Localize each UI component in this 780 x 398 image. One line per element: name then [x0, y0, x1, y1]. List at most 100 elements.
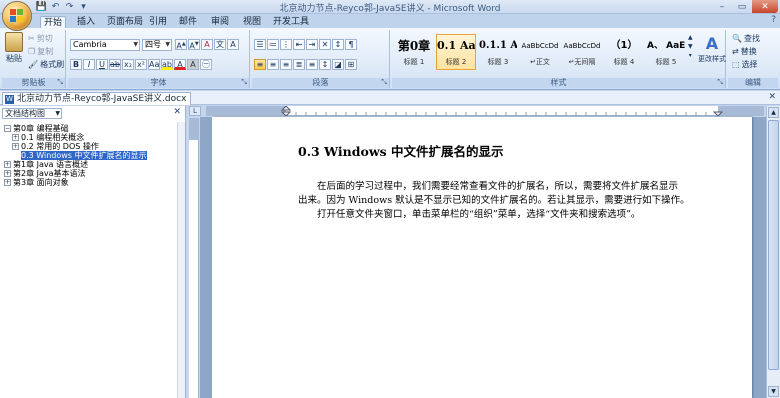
superscript-icon[interactable]: x² [135, 59, 147, 70]
tree-node-0-2[interactable]: +0.2 常用的 DOS 操作 [12, 142, 99, 151]
style-heading-1[interactable]: 第0章 标题 1 [394, 34, 434, 70]
tree-node-chapter-3[interactable]: + 第3章 面向对象 [4, 178, 69, 187]
tab-mailings[interactable]: 邮件 [176, 16, 200, 28]
tab-view[interactable]: 视图 [240, 16, 264, 28]
close-document-icon[interactable]: ✕ [768, 92, 776, 102]
close-button[interactable]: ✕ [752, 0, 778, 13]
phonetic-guide-icon[interactable]: 文 [214, 39, 226, 50]
styles-launcher-icon[interactable]: ⤡ [717, 78, 723, 87]
font-size-dropdown[interactable]: 四号 ▼ [142, 39, 172, 51]
align-left-icon[interactable]: ≡ [306, 59, 318, 70]
paste-button[interactable]: 粘贴 [5, 32, 23, 64]
align-right-icon[interactable]: ≡ [280, 59, 292, 70]
char-border-icon[interactable]: A [227, 39, 239, 50]
strikethrough-icon[interactable]: ab [109, 59, 121, 70]
nav-view-label: 文档结构图 [5, 109, 45, 118]
clear-format-icon[interactable]: A [201, 39, 213, 50]
grow-font-icon[interactable]: A▲ [175, 39, 187, 51]
scroll-down-icon[interactable]: ▼ [768, 386, 779, 397]
expand-icon[interactable]: + [12, 143, 19, 150]
underline-icon[interactable]: U [96, 59, 108, 70]
style-no-spacing[interactable]: AaBbCcDd ↵无间隔 [562, 34, 602, 70]
tab-selector-icon[interactable]: L [189, 106, 201, 116]
font-launcher-icon[interactable]: ⤡ [241, 78, 247, 87]
font-name-dropdown[interactable]: Cambria ▼ [70, 39, 140, 51]
styles-gallery-scroll[interactable]: ▲ ▼ ▾ [688, 34, 693, 59]
clipboard-launcher-icon[interactable]: ⤡ [57, 78, 63, 87]
bold-icon[interactable]: B [70, 59, 82, 70]
italic-icon[interactable]: I [83, 59, 95, 70]
tab-home[interactable]: 开始 [40, 16, 67, 28]
change-case-icon[interactable]: Aa [148, 59, 160, 70]
tree-node-chapter-0[interactable]: − 第0章 编程基础 [4, 124, 69, 133]
font-color-icon[interactable]: A [174, 59, 186, 70]
paragraph-launcher-icon[interactable]: ⤡ [381, 78, 387, 87]
style-name: 标题 1 [403, 58, 425, 66]
vertical-scrollbar[interactable]: ▲ ▼ [766, 106, 780, 398]
help-icon[interactable]: ? [771, 15, 776, 25]
decrease-indent-icon[interactable]: ⇤ [293, 39, 305, 50]
char-shading-icon[interactable]: A [187, 59, 199, 70]
tree-node-chapter-1[interactable]: + 第1章 Java 语言概述 [4, 160, 88, 169]
scroll-up-icon[interactable]: ▲ [768, 107, 779, 118]
style-heading-4[interactable]: （1） 标题 4 [604, 34, 644, 70]
tab-review[interactable]: 审阅 [208, 16, 232, 28]
minimize-button[interactable]: – [712, 0, 732, 13]
select-button[interactable]: ⬚ 选择 [732, 59, 758, 70]
shading-icon[interactable]: ◪ [332, 59, 344, 70]
chevron-up-icon[interactable]: ▲ [688, 34, 693, 41]
tab-insert[interactable]: 插入 [74, 16, 98, 28]
enclose-char-icon[interactable]: ㊀ [200, 59, 212, 70]
borders-icon[interactable]: ⊞ [345, 59, 357, 70]
horizontal-ruler[interactable] [206, 106, 764, 116]
expand-icon[interactable]: + [4, 179, 11, 186]
find-button[interactable]: 🔍 查找 [732, 33, 760, 44]
numbering-icon[interactable]: ≔ [267, 39, 279, 50]
tab-page-layout[interactable]: 页面布局 [104, 16, 146, 28]
align-distributed-icon[interactable]: ≣ [293, 59, 305, 70]
align-justify-icon[interactable]: ≡ [254, 59, 266, 70]
tab-references[interactable]: 引用 [146, 16, 170, 28]
bullets-icon[interactable]: ☰ [254, 39, 266, 50]
tab-developer[interactable]: 开发工具 [270, 16, 312, 28]
tree-node-0-3[interactable]: 0.3 Windows 中文件扩展名的显示 [21, 151, 147, 160]
font-size-tools: A▲ A▼ A 文 A [175, 39, 239, 51]
copy-button[interactable]: ❐ 复制 [28, 46, 53, 57]
cut-button[interactable]: ✂ 剪切 [28, 33, 53, 44]
expand-icon[interactable]: + [12, 134, 19, 141]
chevron-down-icon[interactable]: ▼ [688, 43, 693, 50]
change-styles-button[interactable]: A 更改样式 [698, 34, 726, 64]
format-painter-button[interactable]: 🖌 格式刷 [28, 59, 64, 70]
line-spacing-icon[interactable]: ↕ [319, 59, 331, 70]
chinese-layout-icon[interactable]: ✕ [319, 39, 331, 50]
collapse-icon[interactable]: − [4, 125, 11, 132]
window-controls: – ▭ ✕ [712, 0, 778, 13]
replace-button[interactable]: ⇄ 替换 [732, 46, 757, 57]
tree-node-chapter-2[interactable]: + 第2章 Java基本语法 [4, 169, 86, 178]
office-button[interactable] [2, 1, 32, 31]
increase-indent-icon[interactable]: ⇥ [306, 39, 318, 50]
document-tab[interactable]: W 北京动力节点-Reyco郭-JavaSE讲义.docx [2, 92, 192, 105]
nav-pane-scrollbar[interactable] [177, 122, 185, 398]
nav-view-dropdown[interactable]: 文档结构图 ▼ [2, 108, 62, 119]
sort-icon[interactable]: ↕ [332, 39, 344, 50]
show-marks-icon[interactable]: ¶ [345, 39, 357, 50]
scroll-thumb[interactable] [768, 120, 779, 370]
expand-icon[interactable]: + [4, 170, 11, 177]
style-normal[interactable]: AaBbCcDd ↵正文 [520, 34, 560, 70]
style-heading-3[interactable]: 0.1.1 A 标题 3 [478, 34, 518, 70]
vertical-ruler[interactable] [189, 118, 199, 398]
expand-icon[interactable]: + [4, 161, 11, 168]
style-heading-5[interactable]: A、 AaE 标题 5 [646, 34, 686, 70]
subscript-icon[interactable]: x₂ [122, 59, 134, 70]
more-styles-icon[interactable]: ▾ [689, 52, 692, 59]
highlight-icon[interactable]: ab [161, 59, 173, 70]
restore-button[interactable]: ▭ [732, 0, 752, 13]
tree-node-0-1[interactable]: +0.1 编程相关概念 [12, 133, 84, 142]
document-page[interactable]: 0.3 Windows 中文件扩展名的显示 在后面的学习过程中，我们需要经常查看… [212, 117, 752, 398]
align-center-icon[interactable]: ≡ [267, 59, 279, 70]
multilevel-list-icon[interactable]: ⋮ [280, 39, 292, 50]
shrink-font-icon[interactable]: A▼ [188, 39, 200, 51]
close-nav-pane-icon[interactable]: ✕ [173, 107, 181, 117]
style-heading-2[interactable]: 0.1 Aal 标题 2 [436, 34, 476, 70]
